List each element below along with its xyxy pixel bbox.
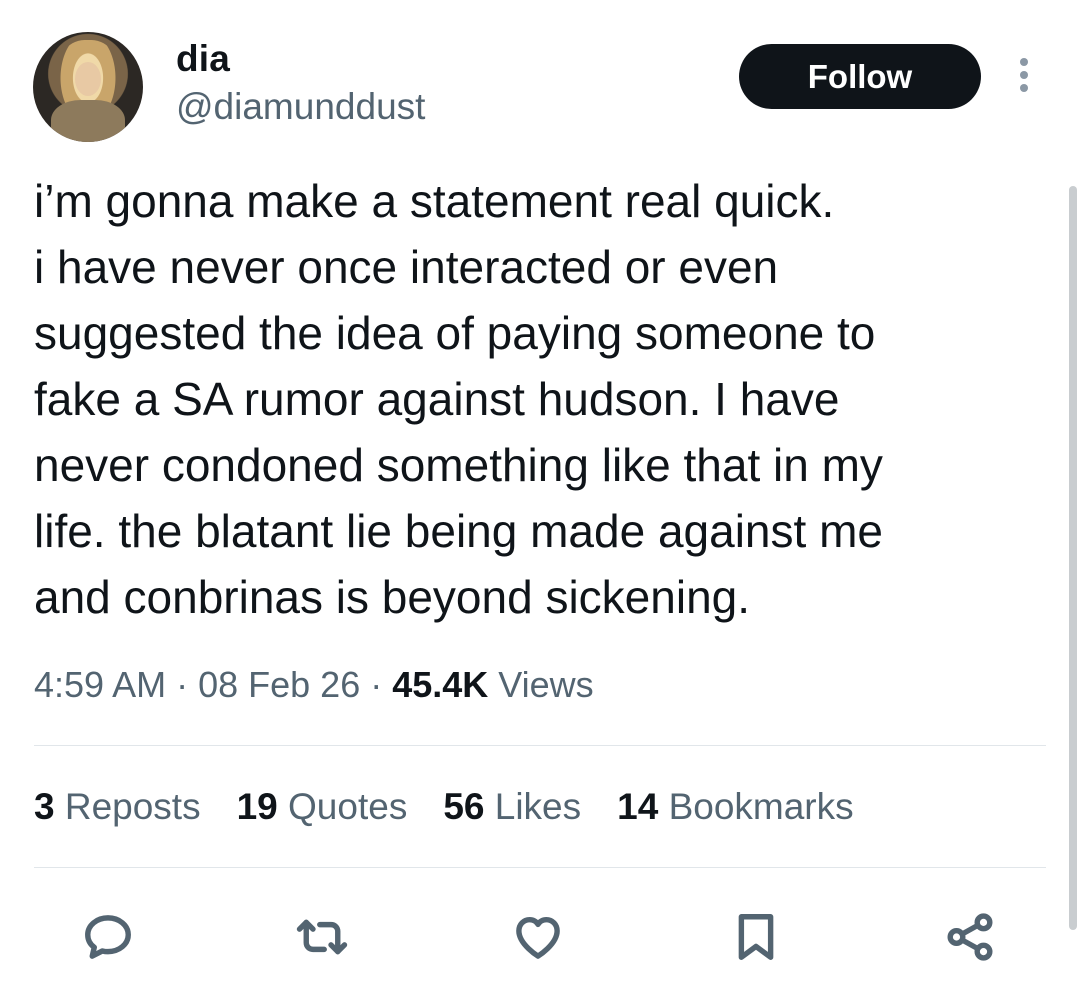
avatar[interactable] [33, 32, 143, 142]
user-handle[interactable]: @diamunddust [176, 86, 425, 128]
tweet-line: and conbrinas is beyond sickening. [34, 571, 751, 623]
quotes-count: 19 [236, 786, 278, 827]
tweet-date[interactable]: 08 Feb 26 [198, 664, 360, 705]
likes-label: Likes [484, 786, 582, 827]
follow-button[interactable]: Follow [739, 44, 981, 109]
tweet-line: suggested the idea of paying someone to [34, 307, 876, 359]
action-bar [0, 905, 1080, 969]
views-count: 45.4K [392, 664, 489, 705]
likes-count: 56 [443, 786, 485, 827]
tweet-text: i’m gonna make a statement real quick. i… [34, 168, 1034, 630]
meta-separator: · [166, 664, 199, 705]
avatar-face [75, 62, 101, 96]
more-vertical-icon[interactable] [1016, 58, 1032, 94]
avatar-coat [51, 100, 125, 142]
divider [34, 745, 1046, 746]
bookmarks-stat[interactable]: 14 Bookmarks [617, 786, 854, 828]
display-name[interactable]: dia [176, 38, 230, 80]
like-icon[interactable] [506, 905, 570, 969]
likes-stat[interactable]: 56 Likes [443, 786, 581, 828]
reposts-count: 3 [34, 786, 55, 827]
bookmark-icon[interactable] [724, 905, 788, 969]
quotes-label: Quotes [277, 786, 408, 827]
share-icon[interactable] [938, 905, 1002, 969]
engagement-stats: 3 Reposts 19 Quotes 56 Likes 14 Bookmark… [34, 786, 890, 828]
bookmarks-label: Bookmarks [658, 786, 854, 827]
repost-icon[interactable] [290, 905, 354, 969]
quotes-stat[interactable]: 19 Quotes [237, 786, 408, 828]
views-label: Views [488, 664, 594, 705]
meta-separator: · [360, 664, 393, 705]
scrollbar[interactable] [1069, 186, 1077, 930]
tweet-line: i have never once interacted or even [34, 241, 779, 293]
tweet-line: i’m gonna make a statement real quick. [34, 175, 835, 227]
tweet-meta: 4:59 AM · 08 Feb 26 · 45.4K Views [34, 664, 594, 706]
divider [34, 867, 1046, 868]
reply-icon[interactable] [76, 905, 140, 969]
tweet-line: never condoned something like that in my [34, 439, 883, 491]
tweet-time[interactable]: 4:59 AM [34, 664, 166, 705]
reposts-label: Reposts [54, 786, 201, 827]
reposts-stat[interactable]: 3 Reposts [34, 786, 201, 828]
bookmarks-count: 14 [617, 786, 659, 827]
tweet-line: fake a SA rumor against hudson. I have [34, 373, 840, 425]
tweet-line: life. the blatant lie being made against… [34, 505, 883, 557]
